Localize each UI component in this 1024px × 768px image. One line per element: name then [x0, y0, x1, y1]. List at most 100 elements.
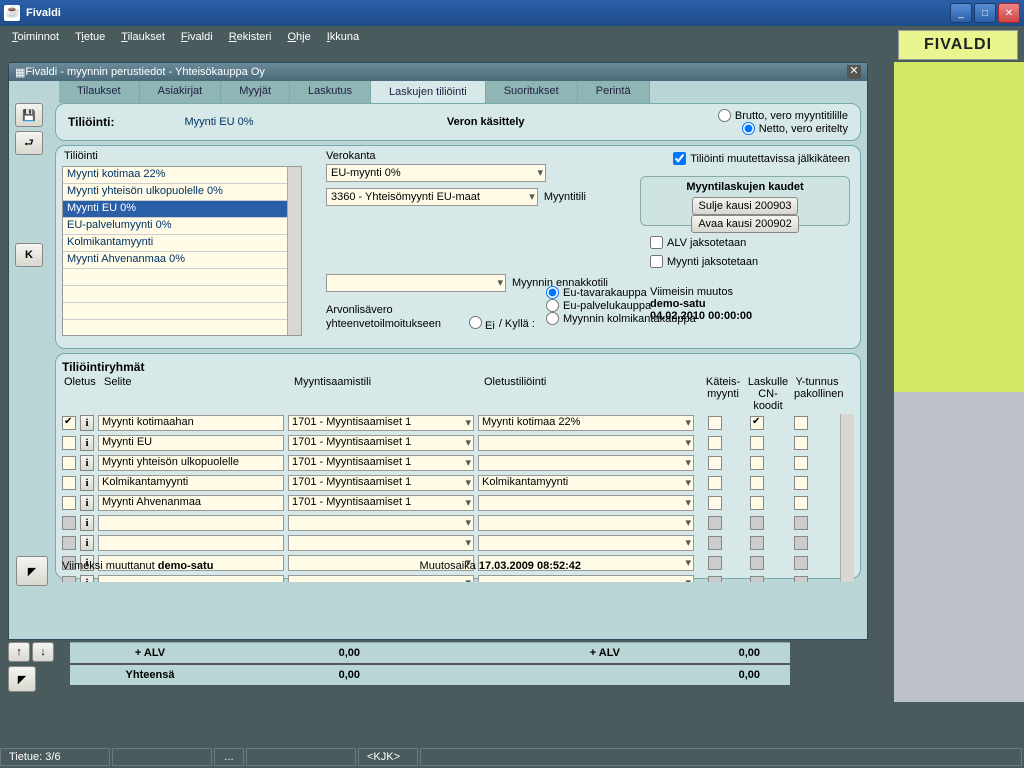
checkbox-oletus[interactable]	[62, 576, 76, 582]
radio-eu-tavarakauppa[interactable]: Eu-tavarakauppa	[546, 286, 716, 299]
info-button[interactable]: i	[80, 435, 94, 451]
checkbox-ytunnus[interactable]	[794, 456, 808, 470]
list-item[interactable]: Myynti kotimaa 22%	[63, 167, 301, 184]
myyntitili-combo[interactable]: 3360 - Yhteisömyynti EU-maat	[326, 188, 538, 206]
info-button[interactable]: i	[80, 495, 94, 511]
tab-perinta[interactable]: Perintä	[578, 81, 650, 103]
checkbox-oletus[interactable]	[62, 436, 76, 450]
k-button[interactable]: K	[15, 243, 43, 267]
menu-toiminnot[interactable]: Toiminnot	[6, 29, 65, 45]
listbox-scrollbar[interactable]	[287, 167, 301, 335]
radio-netto[interactable]: Netto, vero eritelty	[718, 122, 848, 135]
oletustiliointi-combo[interactable]	[478, 435, 694, 451]
tab-laskujen-tilioiniti[interactable]: Laskujen tiliöinti	[371, 81, 486, 103]
info-button[interactable]: i	[80, 455, 94, 471]
info-button[interactable]: i	[80, 415, 94, 431]
tab-tilaukset[interactable]: Tilaukset	[59, 81, 140, 103]
selite-cell[interactable]: Myynti yhteisön ulkopuolelle	[98, 455, 284, 471]
checkbox-ytunnus[interactable]	[794, 496, 808, 510]
save-button[interactable]: 💾	[15, 103, 43, 127]
checkbox-ytunnus[interactable]	[794, 516, 808, 530]
tab-asiakirjat[interactable]: Asiakirjat	[140, 81, 222, 103]
info-button[interactable]: i	[80, 535, 94, 551]
checkbox-laskulle[interactable]	[750, 536, 764, 550]
list-item[interactable]: Myynti Ahvenanmaa 0%	[63, 252, 301, 269]
checkbox-laskulle[interactable]	[750, 416, 764, 430]
checkbox-oletus[interactable]	[62, 496, 76, 510]
checkbox-oletus[interactable]	[62, 476, 76, 490]
checkbox-ytunnus[interactable]	[794, 576, 808, 582]
oletustiliointi-combo[interactable]	[478, 575, 694, 582]
menu-ohje[interactable]: Ohje	[281, 29, 316, 45]
tab-laskutus[interactable]: Laskutus	[290, 81, 371, 103]
selite-cell[interactable]	[98, 575, 284, 582]
checkbox-laskulle[interactable]	[750, 496, 764, 510]
selite-cell[interactable]: Kolmikantamyynti	[98, 475, 284, 491]
checkbox-ytunnus[interactable]	[794, 436, 808, 450]
verokanta-combo[interactable]: EU-myynti 0%	[326, 164, 546, 182]
checkbox-tilioiniti-muutettavissa[interactable]: Tiliöinti muutettavissa jälkikäteen	[673, 152, 850, 165]
minimize-button[interactable]: _	[950, 3, 972, 23]
radio-ei[interactable]: Ei	[469, 316, 495, 332]
checkbox-laskulle[interactable]	[750, 576, 764, 582]
checkbox-ytunnus[interactable]	[794, 536, 808, 550]
tab-suoritukset[interactable]: Suoritukset	[486, 81, 578, 103]
myyntisaamistili-combo[interactable]	[288, 575, 474, 582]
myyntisaamistili-combo[interactable]	[288, 515, 474, 531]
radio-brutto[interactable]: Brutto, vero myyntitilille	[718, 109, 848, 122]
checkbox-oletus[interactable]	[62, 416, 76, 430]
menu-ikkuna[interactable]: Ikkuna	[321, 29, 365, 45]
menu-tilaukset[interactable]: Tilaukset	[115, 29, 171, 45]
tab-myyjat[interactable]: Myyjät	[221, 81, 290, 103]
radio-eu-palvelukauppa[interactable]: Eu-palvelukauppa	[546, 299, 716, 312]
checkbox-kateis[interactable]	[708, 496, 722, 510]
menu-rekisteri[interactable]: Rekisteri	[223, 29, 278, 45]
ennakkotili-combo[interactable]	[326, 274, 506, 292]
checkbox-oletus[interactable]	[62, 456, 76, 470]
list-item[interactable]: Kolmikantamyynti	[63, 235, 301, 252]
menu-fivaldi[interactable]: Fivaldi	[175, 29, 219, 45]
checkbox-laskulle[interactable]	[750, 516, 764, 530]
list-item[interactable]: Myynti yhteisön ulkopuolelle 0%	[63, 184, 301, 201]
sulje-kausi-button[interactable]: Sulje kausi 200903	[692, 197, 799, 215]
selite-cell[interactable]	[98, 515, 284, 531]
checkbox-kateis[interactable]	[708, 576, 722, 582]
selite-cell[interactable]: Myynti Ahvenanmaa	[98, 495, 284, 511]
oletustiliointi-combo[interactable]	[478, 535, 694, 551]
down-button[interactable]: ↓	[32, 642, 54, 662]
back-button[interactable]: ⮐	[15, 131, 43, 155]
tilioiniti-listbox[interactable]: Myynti kotimaa 22%Myynti yhteisön ulkopu…	[62, 166, 302, 336]
checkbox-laskulle[interactable]	[750, 436, 764, 450]
wing-icon-button[interactable]: ◤	[8, 666, 36, 692]
radio-kolmikantakauppa[interactable]: Myynnin kolmikantakauppa	[546, 312, 716, 325]
list-item[interactable]: EU-palvelumyynti 0%	[63, 218, 301, 235]
oletustiliointi-combo[interactable]	[478, 455, 694, 471]
grid-scrollbar[interactable]	[840, 414, 854, 582]
checkbox-kateis[interactable]	[708, 436, 722, 450]
oletustiliointi-combo[interactable]: Myynti kotimaa 22%	[478, 415, 694, 431]
avaa-kausi-button[interactable]: Avaa kausi 200902	[691, 215, 798, 233]
checkbox-kateis[interactable]	[708, 416, 722, 430]
selite-cell[interactable]	[98, 535, 284, 551]
checkbox-alv-jaksotetaan[interactable]: ALV jaksotetaan	[650, 236, 850, 249]
selite-cell[interactable]: Myynti EU	[98, 435, 284, 451]
checkbox-kateis[interactable]	[708, 456, 722, 470]
menu-tietue[interactable]: Tietue	[69, 29, 111, 45]
checkbox-ytunnus[interactable]	[794, 476, 808, 490]
up-button[interactable]: ↑	[8, 642, 30, 662]
checkbox-kateis[interactable]	[708, 516, 722, 530]
subwindow-close-button[interactable]: ✕	[847, 65, 861, 79]
myyntisaamistili-combo[interactable]: 1701 - Myyntisaamiset 1	[288, 415, 474, 431]
info-button[interactable]: i	[80, 515, 94, 531]
checkbox-kateis[interactable]	[708, 536, 722, 550]
myyntisaamistili-combo[interactable]: 1701 - Myyntisaamiset 1	[288, 475, 474, 491]
checkbox-kateis[interactable]	[708, 476, 722, 490]
myyntisaamistili-combo[interactable]: 1701 - Myyntisaamiset 1	[288, 435, 474, 451]
checkbox-laskulle[interactable]	[750, 476, 764, 490]
checkbox-laskulle[interactable]	[750, 456, 764, 470]
oletustiliointi-combo[interactable]	[478, 495, 694, 511]
checkbox-ytunnus[interactable]	[794, 416, 808, 430]
checkbox-oletus[interactable]	[62, 536, 76, 550]
info-button[interactable]: i	[80, 575, 94, 582]
myyntisaamistili-combo[interactable]: 1701 - Myyntisaamiset 1	[288, 455, 474, 471]
